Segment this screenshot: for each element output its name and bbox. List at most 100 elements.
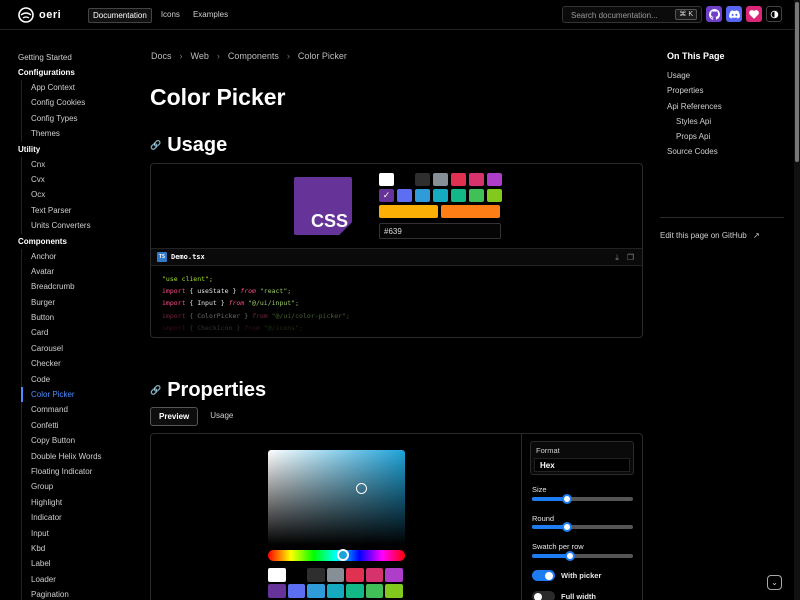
sidebar-item-units-converters[interactable]: Units Converters	[21, 218, 138, 234]
color-swatch[interactable]	[379, 173, 394, 186]
download-icon[interactable]: ⤓	[615, 253, 619, 263]
sidebar-item-double-helix-words[interactable]: Double Helix Words	[21, 448, 138, 464]
sidebar-item-breadcrumb[interactable]: Breadcrumb	[21, 279, 138, 295]
color-swatch[interactable]	[433, 189, 448, 202]
page-scrollbar[interactable]	[794, 0, 800, 600]
sidebar-item-app-context[interactable]: App Context	[21, 80, 138, 96]
sidebar-item-anchor[interactable]: Anchor	[21, 248, 138, 264]
breadcrumb-web[interactable]: Web	[191, 51, 209, 61]
color-swatch[interactable]	[346, 568, 364, 582]
color-swatch[interactable]	[415, 189, 430, 202]
color-swatch[interactable]	[385, 584, 403, 598]
sidebar-item-command[interactable]: Command	[21, 402, 138, 418]
tab-usage[interactable]: Usage	[202, 407, 241, 426]
sidebar-item-getting-started[interactable]: Getting Started	[18, 50, 138, 65]
logo[interactable]: oeri	[18, 7, 61, 23]
hue-slider[interactable]	[268, 549, 405, 561]
color-swatch[interactable]	[487, 189, 502, 202]
nav-examples[interactable]: Examples	[189, 8, 232, 23]
edit-on-github-link[interactable]: Edit this page on GitHub ↗	[660, 231, 760, 240]
sidebar-item-pagination[interactable]: Pagination	[21, 587, 138, 600]
toc-item-usage[interactable]: Usage	[667, 68, 787, 83]
toc-item-styles-api[interactable]: Styles Api	[667, 114, 787, 129]
color-swatch[interactable]	[451, 189, 466, 202]
link-icon[interactable]: 🔗	[150, 140, 161, 151]
color-swatch[interactable]	[326, 568, 344, 582]
sidebar-item-code[interactable]: Code	[21, 371, 138, 388]
format-value[interactable]: Hex	[534, 458, 630, 472]
sidebar-item-highlight[interactable]: Highlight	[21, 494, 138, 511]
saturation-thumb[interactable]	[356, 483, 367, 494]
sidebar-item-group[interactable]: Group	[21, 479, 138, 495]
sidebar-item-avatar[interactable]: Avatar	[21, 263, 138, 280]
sidebar-item-checker[interactable]: Checker	[21, 356, 138, 372]
sidebar-item-cvx[interactable]: Cvx	[21, 171, 138, 188]
sidebar-item-themes[interactable]: Themes	[21, 126, 138, 142]
sidebar-item-card[interactable]: Card	[21, 325, 138, 341]
color-swatch[interactable]	[268, 568, 286, 582]
color-swatch[interactable]	[287, 568, 305, 582]
toc-item-source-codes[interactable]: Source Codes	[667, 144, 787, 159]
color-swatch[interactable]	[397, 173, 412, 186]
color-swatch[interactable]	[487, 173, 502, 186]
color-swatch[interactable]	[346, 584, 364, 598]
color-swatch[interactable]	[469, 173, 484, 186]
sidebar-item-config-types[interactable]: Config Types	[21, 110, 138, 127]
sidebar-item-floating-indicator[interactable]: Floating Indicator	[21, 463, 138, 480]
color-swatch[interactable]	[469, 189, 484, 202]
swatch-per-row-slider-thumb[interactable]	[565, 551, 576, 561]
with-picker-toggle[interactable]	[532, 570, 555, 581]
color-swatch[interactable]	[307, 584, 325, 598]
color-swatch[interactable]	[307, 568, 325, 582]
size-slider[interactable]	[532, 494, 633, 504]
color-swatch[interactable]	[397, 189, 412, 202]
nav-documentation[interactable]: Documentation	[88, 8, 152, 23]
sidebar-item-ocx[interactable]: Ocx	[21, 187, 138, 203]
sidebar-item-burger[interactable]: Burger	[21, 294, 138, 311]
size-slider-thumb[interactable]	[562, 494, 573, 504]
sidebar-item-text-parser[interactable]: Text Parser	[21, 202, 138, 219]
toc-item-props-api[interactable]: Props Api	[667, 129, 787, 144]
copy-icon[interactable]: ❐	[627, 253, 634, 263]
github-icon[interactable]	[706, 6, 722, 22]
sidebar-item-color-picker[interactable]: Color Picker	[21, 387, 138, 403]
tab-preview[interactable]: Preview	[150, 407, 199, 426]
nav-icons[interactable]: Icons	[157, 8, 184, 23]
color-swatch[interactable]	[385, 568, 403, 582]
link-icon[interactable]: 🔗	[150, 385, 161, 396]
discord-icon[interactable]	[726, 6, 742, 22]
color-swatch[interactable]	[379, 205, 438, 218]
color-swatch[interactable]: ✓	[379, 189, 394, 202]
full-width-toggle[interactable]	[532, 591, 555, 600]
sidebar-item-label[interactable]: Label	[21, 556, 138, 572]
saturation-area[interactable]	[268, 450, 405, 545]
sponsor-heart-icon[interactable]	[746, 6, 762, 22]
hex-color-input[interactable]: #639	[379, 223, 501, 239]
sidebar-item-config-cookies[interactable]: Config Cookies	[21, 95, 138, 111]
color-swatch[interactable]	[451, 173, 466, 186]
sidebar-item-input[interactable]: Input	[21, 525, 138, 541]
swatch-per-row-slider[interactable]	[532, 551, 633, 561]
color-swatch[interactable]	[433, 173, 448, 186]
color-swatch[interactable]	[365, 568, 383, 582]
format-select[interactable]: Format Hex	[530, 441, 634, 475]
scroll-down-icon[interactable]: ⌄	[767, 575, 782, 590]
color-swatch[interactable]	[365, 584, 383, 598]
sidebar-item-carousel[interactable]: Carousel	[21, 340, 138, 357]
sidebar-item-kbd[interactable]: Kbd	[21, 540, 138, 557]
sidebar-item-confetti[interactable]: Confetti	[21, 417, 138, 434]
theme-toggle-icon[interactable]	[766, 6, 782, 22]
hue-slider-thumb[interactable]	[337, 549, 349, 561]
sidebar-item-indicator[interactable]: Indicator	[21, 510, 138, 526]
round-slider-thumb[interactable]	[562, 522, 573, 532]
search-input[interactable]: Search documentation... ⌘ K	[562, 6, 702, 23]
breadcrumb-components[interactable]: Components	[228, 51, 279, 61]
sidebar-item-copy-button[interactable]: Copy Button	[21, 433, 138, 449]
color-swatch[interactable]	[287, 584, 305, 598]
color-swatch[interactable]	[415, 173, 430, 186]
file-tab[interactable]: TS Demo.tsx	[157, 252, 205, 262]
sidebar-item-loader[interactable]: Loader	[21, 571, 138, 588]
toc-item-api-references[interactable]: Api References	[667, 99, 787, 114]
color-swatch[interactable]	[268, 584, 286, 598]
color-swatch[interactable]	[326, 584, 344, 598]
